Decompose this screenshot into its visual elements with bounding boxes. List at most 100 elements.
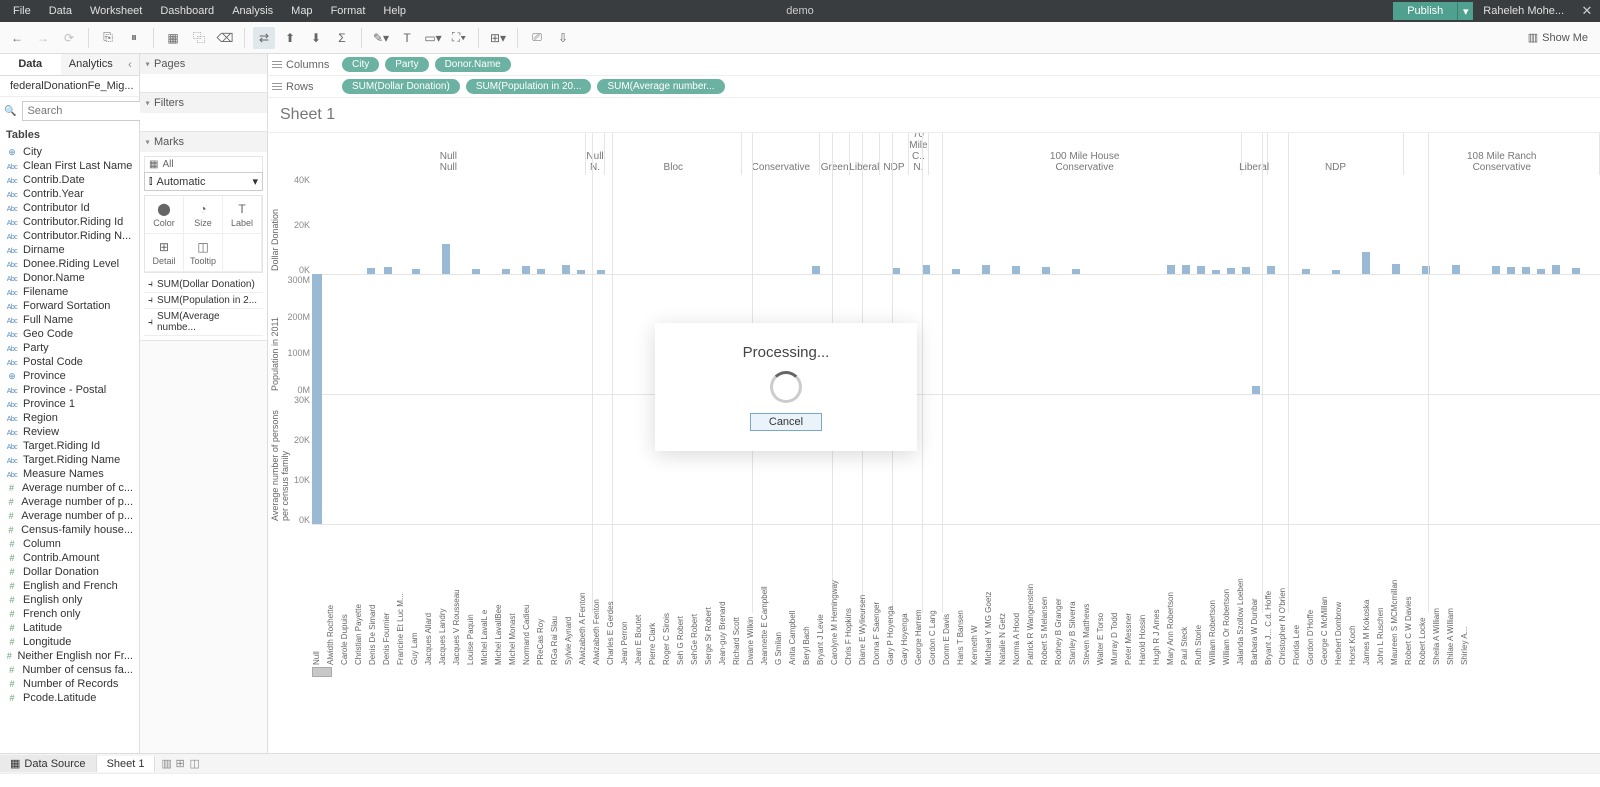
field-item[interactable]: Province 1 [0, 397, 139, 411]
field-item[interactable]: Pcode.Latitude [0, 691, 139, 705]
bar-mark[interactable] [892, 268, 900, 274]
field-item[interactable]: Contrib.Year [0, 187, 139, 201]
bar-mark[interactable] [1492, 266, 1500, 274]
field-item[interactable]: Contrib.Amount [0, 551, 139, 565]
field-item[interactable]: Geo Code [0, 327, 139, 341]
field-item[interactable]: Full Name [0, 313, 139, 327]
bar-mark[interactable] [1452, 265, 1460, 274]
field-item[interactable]: Column [0, 537, 139, 551]
mark-axis-pill[interactable]: ⫞SUM(Population in 2... [144, 293, 263, 309]
mark-label[interactable]: TLabel [223, 196, 262, 234]
new-sheet-icon[interactable]: ▦ [162, 27, 184, 49]
field-item[interactable]: Contrib.Date [0, 173, 139, 187]
bar-mark[interactable] [384, 267, 392, 274]
download-icon[interactable]: ⇩ [552, 27, 574, 49]
bar-mark[interactable] [1197, 266, 1205, 274]
bar-mark[interactable] [1242, 267, 1250, 274]
sort-asc-icon[interactable]: ⬆ [279, 27, 301, 49]
pill-avg[interactable]: SUM(Average number... [597, 79, 724, 94]
bar-mark[interactable] [1167, 265, 1175, 274]
field-item[interactable]: Forward Sortation [0, 299, 139, 313]
pill-party[interactable]: Party [385, 57, 428, 72]
highlight-icon[interactable]: ✎▾ [370, 27, 392, 49]
pill-city[interactable]: City [342, 57, 379, 72]
bar-mark[interactable] [1522, 267, 1530, 274]
bar-mark[interactable] [1212, 270, 1220, 274]
field-item[interactable]: Target.Riding Name [0, 453, 139, 467]
bar-mark[interactable] [537, 269, 545, 274]
undo-icon[interactable]: ← [6, 27, 28, 49]
field-item[interactable]: Region [0, 411, 139, 425]
show-me-button[interactable]: ▥ Show Me [1522, 29, 1594, 46]
field-item[interactable]: Donee.Riding Level [0, 257, 139, 271]
clear-sheet-icon[interactable]: ⌫ [214, 27, 236, 49]
columns-shelf[interactable]: Columns City Party Donor.Name [268, 54, 1600, 76]
pause-auto-icon[interactable]: ⏸ [123, 27, 145, 49]
new-worksheet-icon[interactable]: ▥ [155, 757, 169, 770]
menu-analysis[interactable]: Analysis [223, 2, 282, 20]
pages-card-header[interactable]: Pages [140, 54, 267, 74]
bar-mark[interactable] [982, 265, 990, 275]
bar-mark[interactable] [597, 270, 605, 274]
bar-mark[interactable] [1507, 267, 1515, 274]
tab-data[interactable]: Data [0, 54, 61, 75]
rows-shelf[interactable]: Rows SUM(Dollar Donation) SUM(Population… [268, 76, 1600, 98]
field-item[interactable]: Latitude [0, 621, 139, 635]
mark-color[interactable]: ⬤Color [145, 196, 184, 234]
menu-format[interactable]: Format [322, 2, 375, 20]
menu-worksheet[interactable]: Worksheet [81, 2, 151, 20]
new-story-icon[interactable]: ◫ [183, 757, 197, 770]
menu-help[interactable]: Help [374, 2, 415, 20]
field-item[interactable]: Census-family house... [0, 523, 139, 537]
field-item[interactable]: City [0, 145, 139, 159]
bar-mark[interactable] [1267, 266, 1275, 274]
bar-mark[interactable] [522, 266, 530, 274]
bar-mark[interactable] [577, 270, 585, 274]
bar-mark[interactable] [1537, 269, 1545, 274]
field-item[interactable]: Neither English nor Fr... [0, 649, 139, 663]
field-item[interactable]: French only [0, 607, 139, 621]
field-item[interactable]: English only [0, 593, 139, 607]
fix-axes-icon[interactable]: ⊞▾ [487, 27, 509, 49]
mark-detail[interactable]: ⊞Detail [145, 234, 184, 272]
pill-donor[interactable]: Donor.Name [435, 57, 511, 72]
menu-file[interactable]: File [4, 2, 40, 20]
field-item[interactable]: Average number of p... [0, 495, 139, 509]
field-item[interactable]: Average number of p... [0, 509, 139, 523]
mark-axis-pill[interactable]: ⫞SUM(Average numbe... [144, 309, 263, 336]
mark-axis-pill[interactable]: ⫞SUM(Dollar Donation) [144, 277, 263, 293]
menu-dashboard[interactable]: Dashboard [151, 2, 223, 20]
bar-mark[interactable] [1252, 386, 1260, 394]
bar-mark[interactable] [1572, 268, 1580, 274]
mark-type-select[interactable]: ⫾Automatic▾ [144, 172, 263, 191]
sort-desc-icon[interactable]: ⬇ [305, 27, 327, 49]
field-item[interactable]: English and French [0, 579, 139, 593]
fit-icon[interactable]: ⛶▾ [448, 27, 470, 49]
field-item[interactable]: Average number of c... [0, 481, 139, 495]
revert-icon[interactable]: ⟳ [58, 27, 80, 49]
datasource-item[interactable]: federalDonationFe_Mig... [0, 76, 139, 97]
tab-datasource[interactable]: ▦Data Source [0, 755, 97, 772]
worksheet-icon[interactable]: ▭▾ [422, 27, 444, 49]
tab-analytics[interactable]: Analytics [61, 54, 122, 75]
new-datasource-icon[interactable]: ⎘ [97, 27, 119, 49]
field-item[interactable]: Target.Riding Id [0, 439, 139, 453]
visualization-canvas[interactable]: NullNullNullN.BlocConservativeGreenLiber… [268, 132, 1600, 753]
menu-map[interactable]: Map [282, 2, 321, 20]
field-item[interactable]: Number of Records [0, 677, 139, 691]
redo-icon[interactable]: → [32, 27, 54, 49]
new-dashboard-icon[interactable]: ⊞ [169, 757, 183, 770]
bar-mark[interactable] [1182, 265, 1190, 275]
mark-size[interactable]: ◔Size [184, 196, 223, 234]
collapse-sidebar-icon[interactable]: ‹ [121, 54, 139, 75]
field-item[interactable]: Contributor Id [0, 201, 139, 215]
bar-mark[interactable] [1012, 266, 1020, 274]
tab-sheet1[interactable]: Sheet 1 [97, 756, 156, 772]
bar-mark[interactable] [442, 244, 450, 274]
bar-mark[interactable] [312, 274, 322, 394]
field-item[interactable]: Dollar Donation [0, 565, 139, 579]
field-item[interactable]: Donor.Name [0, 271, 139, 285]
field-item[interactable]: Contributor.Riding Id [0, 215, 139, 229]
field-item[interactable]: Contributor.Riding N... [0, 229, 139, 243]
bar-mark[interactable] [1302, 269, 1310, 274]
